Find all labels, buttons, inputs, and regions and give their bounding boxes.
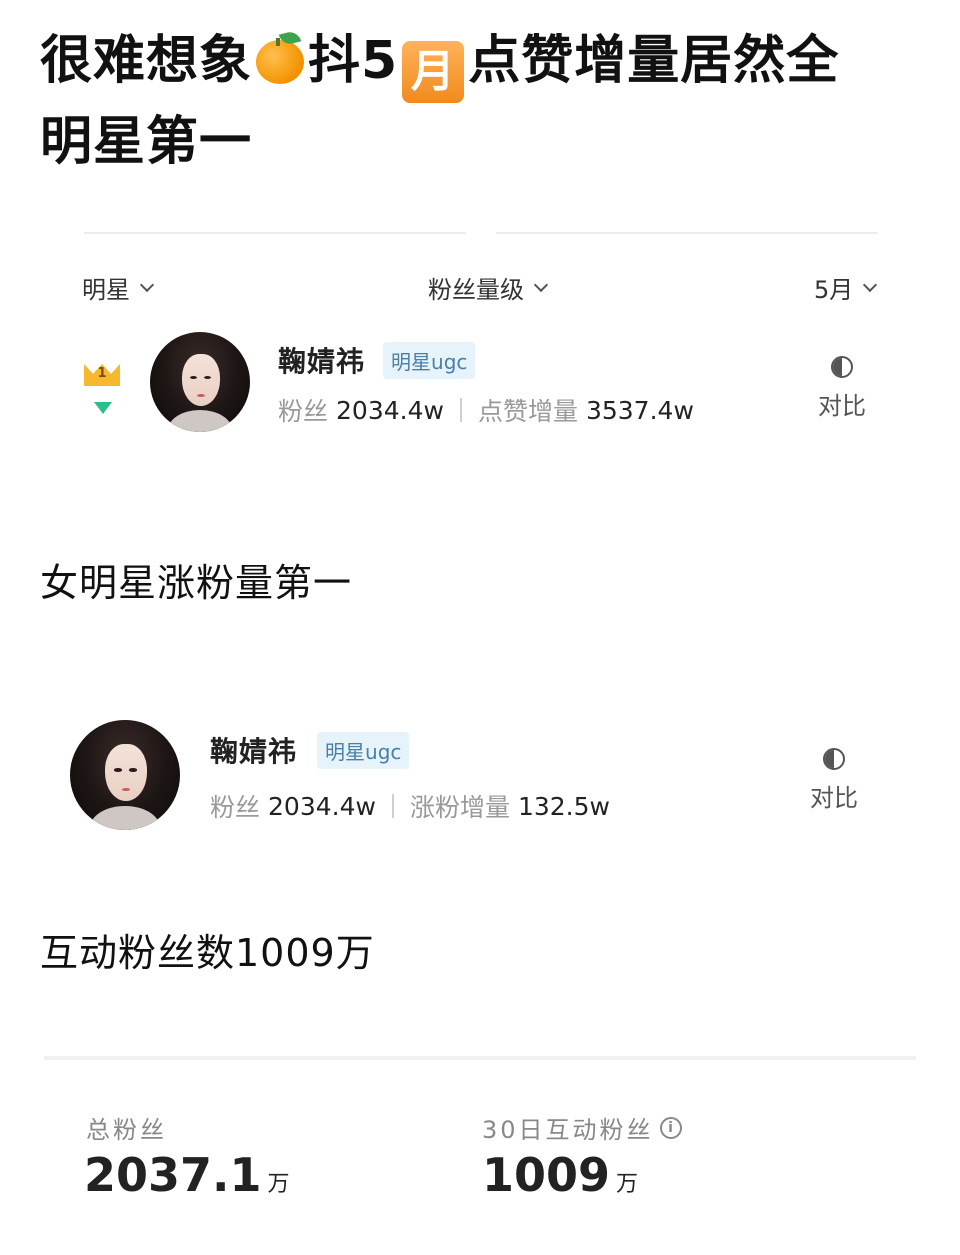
title-part1: 很难想象 bbox=[40, 31, 253, 91]
fans-value: 2034.4w bbox=[268, 791, 376, 821]
avatar[interactable] bbox=[70, 720, 180, 830]
filter-month-label: 5月 bbox=[814, 276, 854, 304]
total-fans-value: 2037.1 bbox=[84, 1148, 262, 1202]
active-fans-unit: 万 bbox=[616, 1172, 639, 1197]
chevron-down-icon bbox=[533, 277, 549, 292]
fans-value: 2034.4w bbox=[336, 395, 444, 425]
title-line2: 明星第一 bbox=[40, 112, 253, 172]
card-stats: 粉丝 2034.4w 涨粉增量 132.5w bbox=[210, 788, 610, 824]
tangerine-icon bbox=[254, 29, 306, 84]
stats-separator bbox=[459, 398, 462, 422]
compare-label: 对比 bbox=[818, 392, 866, 420]
active-fans-label-row: 30日互动粉丝 i bbox=[482, 1110, 682, 1145]
down-triangle-icon bbox=[94, 402, 112, 414]
card-name-row: 鞠婧祎 明星ugc bbox=[210, 730, 410, 770]
section-heading-active-fans: 互动粉丝数1009万 bbox=[40, 931, 375, 975]
rank-number: 1 bbox=[97, 366, 107, 381]
fans-label: 粉丝 bbox=[278, 397, 329, 426]
celebrity-name[interactable]: 鞠婧祎 bbox=[210, 730, 297, 770]
ranking-name-row: 鞠婧祎 明星ugc bbox=[278, 340, 476, 380]
category-tag: 明星ugc bbox=[317, 731, 410, 769]
filter-month[interactable]: 5月 bbox=[814, 270, 878, 305]
celebrity-name[interactable]: 鞠婧祎 bbox=[278, 340, 365, 380]
likes-growth-value: 3537.4w bbox=[585, 395, 694, 425]
active-fans-label: 30日互动粉丝 bbox=[482, 1116, 654, 1144]
active-fans-block: 1009 万 bbox=[482, 1148, 638, 1202]
fans-label: 粉丝 bbox=[210, 793, 261, 822]
filter-fans-level-label: 粉丝量级 bbox=[428, 276, 524, 304]
total-fans-block: 2037.1 万 bbox=[84, 1148, 290, 1202]
ranking-stats: 粉丝 2034.4w 点赞增量 3537.4w bbox=[278, 392, 694, 428]
fans-growth-value: 132.5w bbox=[517, 791, 610, 821]
avatar[interactable] bbox=[150, 332, 250, 432]
total-fans-unit: 万 bbox=[267, 1172, 290, 1197]
likes-growth-label: 点赞增量 bbox=[477, 397, 578, 426]
chevron-down-icon bbox=[863, 277, 878, 292]
compare-button[interactable]: 对比 bbox=[804, 748, 864, 813]
month-badge: 月 bbox=[402, 41, 465, 103]
filter-category-label: 明星 bbox=[82, 276, 130, 304]
active-fans-value: 1009 bbox=[482, 1148, 611, 1202]
title-part2: 抖5 bbox=[308, 31, 399, 91]
summary-divider bbox=[44, 1056, 916, 1060]
filter-fans-level[interactable]: 粉丝量级 bbox=[428, 270, 549, 305]
compare-icon bbox=[823, 748, 845, 770]
title-part3: 点赞增量居然全 bbox=[468, 31, 840, 91]
compare-button[interactable]: 对比 bbox=[812, 356, 872, 421]
page-title: 很难想象 抖5 月点赞增量居然全 明星第一 bbox=[40, 22, 920, 181]
filter-category[interactable]: 明星 bbox=[82, 270, 155, 305]
divider-right bbox=[496, 232, 878, 234]
crown-icon: 1 bbox=[84, 358, 120, 386]
compare-icon bbox=[831, 356, 853, 378]
divider-left bbox=[84, 232, 466, 234]
fans-growth-label: 涨粉增量 bbox=[409, 793, 510, 822]
chevron-down-icon bbox=[139, 277, 155, 292]
compare-label: 对比 bbox=[810, 784, 858, 812]
category-tag: 明星ugc bbox=[383, 341, 476, 379]
total-fans-label: 总粉丝 bbox=[86, 1116, 167, 1144]
info-icon[interactable]: i bbox=[659, 1116, 682, 1139]
stats-separator bbox=[391, 794, 394, 818]
section-heading-fans-growth: 女明星涨粉量第一 bbox=[40, 561, 353, 605]
